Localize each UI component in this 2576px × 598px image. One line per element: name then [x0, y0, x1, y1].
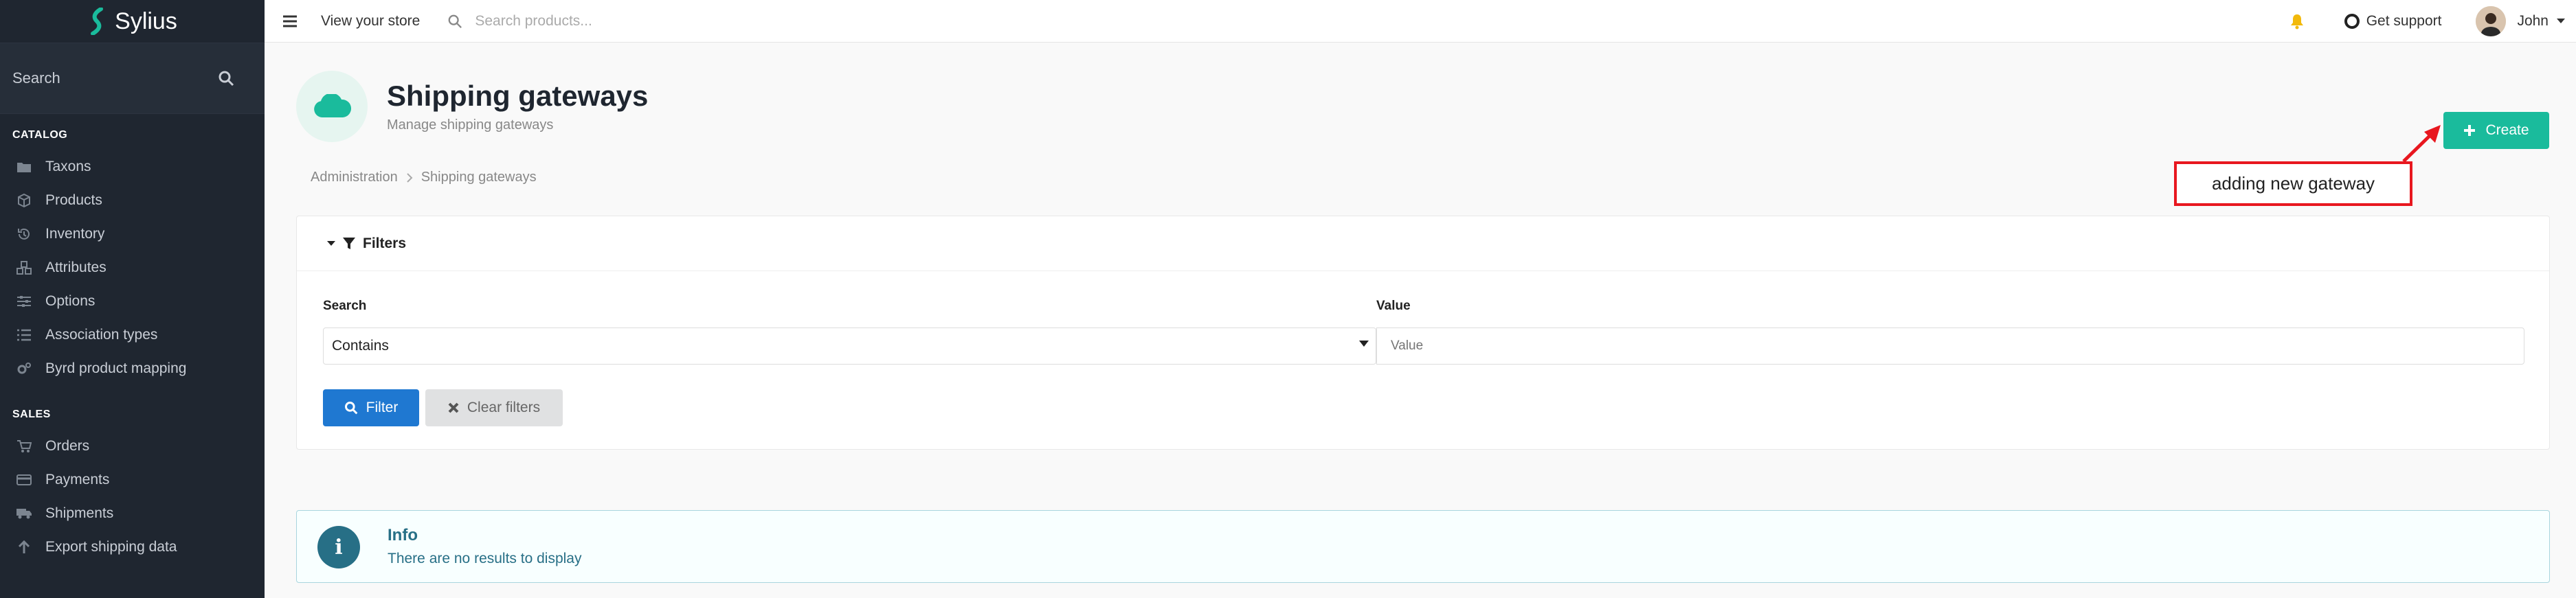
get-support-label: Get support: [2366, 13, 2442, 29]
breadcrumb-administration[interactable]: Administration: [311, 170, 398, 185]
history-icon: [15, 227, 33, 242]
folder-icon: [15, 159, 33, 174]
top-bar: View your store Search products... Get s…: [265, 0, 2576, 43]
sidebar-search-label: Search: [12, 69, 60, 87]
filter-icon: [343, 237, 355, 249]
breadcrumb-current: Shipping gateways: [421, 170, 537, 185]
sidebar-item-association-types[interactable]: Association types: [0, 318, 265, 352]
sidebar-item-attributes[interactable]: Attributes: [0, 251, 265, 284]
life-ring-icon: [2344, 14, 2360, 29]
sidebar-item-products[interactable]: Products: [0, 183, 265, 217]
sidebar-item-inventory[interactable]: Inventory: [0, 217, 265, 251]
value-input[interactable]: [1376, 327, 2524, 365]
filters-title: Filters: [363, 235, 407, 251]
create-button-label: Create: [2485, 122, 2529, 138]
sidebar-item-label: Taxons: [45, 158, 91, 174]
sidebar-search[interactable]: Search: [0, 43, 265, 114]
sidebar-item-label: Products: [45, 192, 102, 208]
search-input[interactable]: Search products...: [475, 13, 592, 30]
user-name[interactable]: John: [2517, 13, 2549, 30]
info-message: i Info There are no results to display: [296, 510, 2550, 583]
annotation-arrow-icon: [2402, 125, 2441, 163]
cart-icon: [15, 439, 33, 454]
sidebar-item-label: Attributes: [45, 259, 107, 275]
product-search[interactable]: Search products...: [447, 13, 592, 30]
brand-logo[interactable]: Sylius: [0, 0, 265, 43]
sidebar-item-options[interactable]: Options: [0, 284, 265, 318]
filter-button[interactable]: Filter: [323, 389, 419, 426]
sidebar-item-payments[interactable]: Payments: [0, 463, 265, 496]
page-subtitle: Manage shipping gateways: [387, 117, 554, 133]
search-icon: [344, 402, 358, 415]
search-type-value: Contains: [332, 338, 389, 354]
value-field-label: Value: [1376, 299, 1411, 313]
sidebar-item-export-shipping-data[interactable]: Export shipping data: [0, 530, 265, 564]
search-icon: [448, 14, 462, 28]
sidebar-item-shipments[interactable]: Shipments: [0, 496, 265, 530]
sidebar: Sylius Search CATALOG Taxons Products In…: [0, 0, 265, 598]
options-icon: [15, 294, 33, 309]
sidebar-item-orders[interactable]: Orders: [0, 429, 265, 463]
avatar[interactable]: [2476, 6, 2507, 36]
sidebar-item-label: Orders: [45, 437, 90, 454]
search-type-select[interactable]: Contains: [323, 327, 1376, 365]
sidebar-item-label: Inventory: [45, 225, 105, 242]
view-store-link[interactable]: View your store: [321, 13, 420, 30]
cube-icon: [15, 193, 33, 208]
sidebar-item-label: Association types: [45, 326, 158, 343]
section-title-catalog: CATALOG: [12, 129, 68, 141]
sylius-logo-icon: [91, 8, 104, 35]
sidebar-item-label: Export shipping data: [45, 538, 177, 555]
top-right-controls: Get support John: [2289, 0, 2576, 43]
create-button[interactable]: Create: [2443, 112, 2549, 149]
dropdown-icon: [1359, 341, 1369, 347]
list-icon: [15, 327, 33, 343]
caret-down-icon: [327, 240, 335, 246]
bell-icon[interactable]: [2289, 13, 2305, 30]
sidebar-item-label: Payments: [45, 471, 110, 487]
info-icon: i: [317, 526, 360, 568]
section-title-sales: SALES: [12, 409, 51, 420]
filters-toggle[interactable]: Filters: [297, 216, 2549, 271]
cogs-icon: [15, 361, 33, 376]
menu-icon[interactable]: [282, 15, 298, 27]
search-field-label: Search: [323, 299, 367, 313]
cubes-icon: [15, 260, 33, 275]
annotation-callout: adding new gateway: [2174, 161, 2412, 206]
plus-icon: [2464, 125, 2476, 136]
info-title: Info: [388, 526, 418, 544]
close-icon: [448, 402, 459, 413]
sidebar-item-label: Options: [45, 292, 96, 309]
chevron-right-icon: [407, 172, 413, 183]
info-text: There are no results to display: [388, 551, 582, 566]
sidebar-item-taxons[interactable]: Taxons: [0, 150, 265, 183]
sidebar-item-byrd-product-mapping[interactable]: Byrd product mapping: [0, 352, 265, 385]
truck-icon: [15, 506, 33, 521]
payment-icon: [15, 472, 33, 487]
page-header-icon: [296, 71, 368, 142]
brand-name: Sylius: [115, 8, 177, 34]
arrow-up-icon: [15, 540, 33, 555]
search-icon[interactable]: [218, 70, 234, 87]
get-support-link[interactable]: Get support: [2344, 13, 2442, 30]
filters-panel: Filters Search Value Contains Filter Cle…: [296, 216, 2550, 450]
chevron-down-icon[interactable]: [2557, 19, 2565, 24]
breadcrumb: Administration Shipping gateways: [311, 170, 537, 185]
sidebar-item-label: Shipments: [45, 505, 114, 521]
clear-filters-button[interactable]: Clear filters: [425, 389, 563, 426]
page-title: Shipping gateways: [387, 80, 649, 112]
sidebar-item-label: Byrd product mapping: [45, 360, 187, 376]
filter-button-label: Filter: [366, 400, 399, 415]
clear-filters-label: Clear filters: [467, 400, 541, 415]
cloud-icon: [314, 94, 351, 117]
